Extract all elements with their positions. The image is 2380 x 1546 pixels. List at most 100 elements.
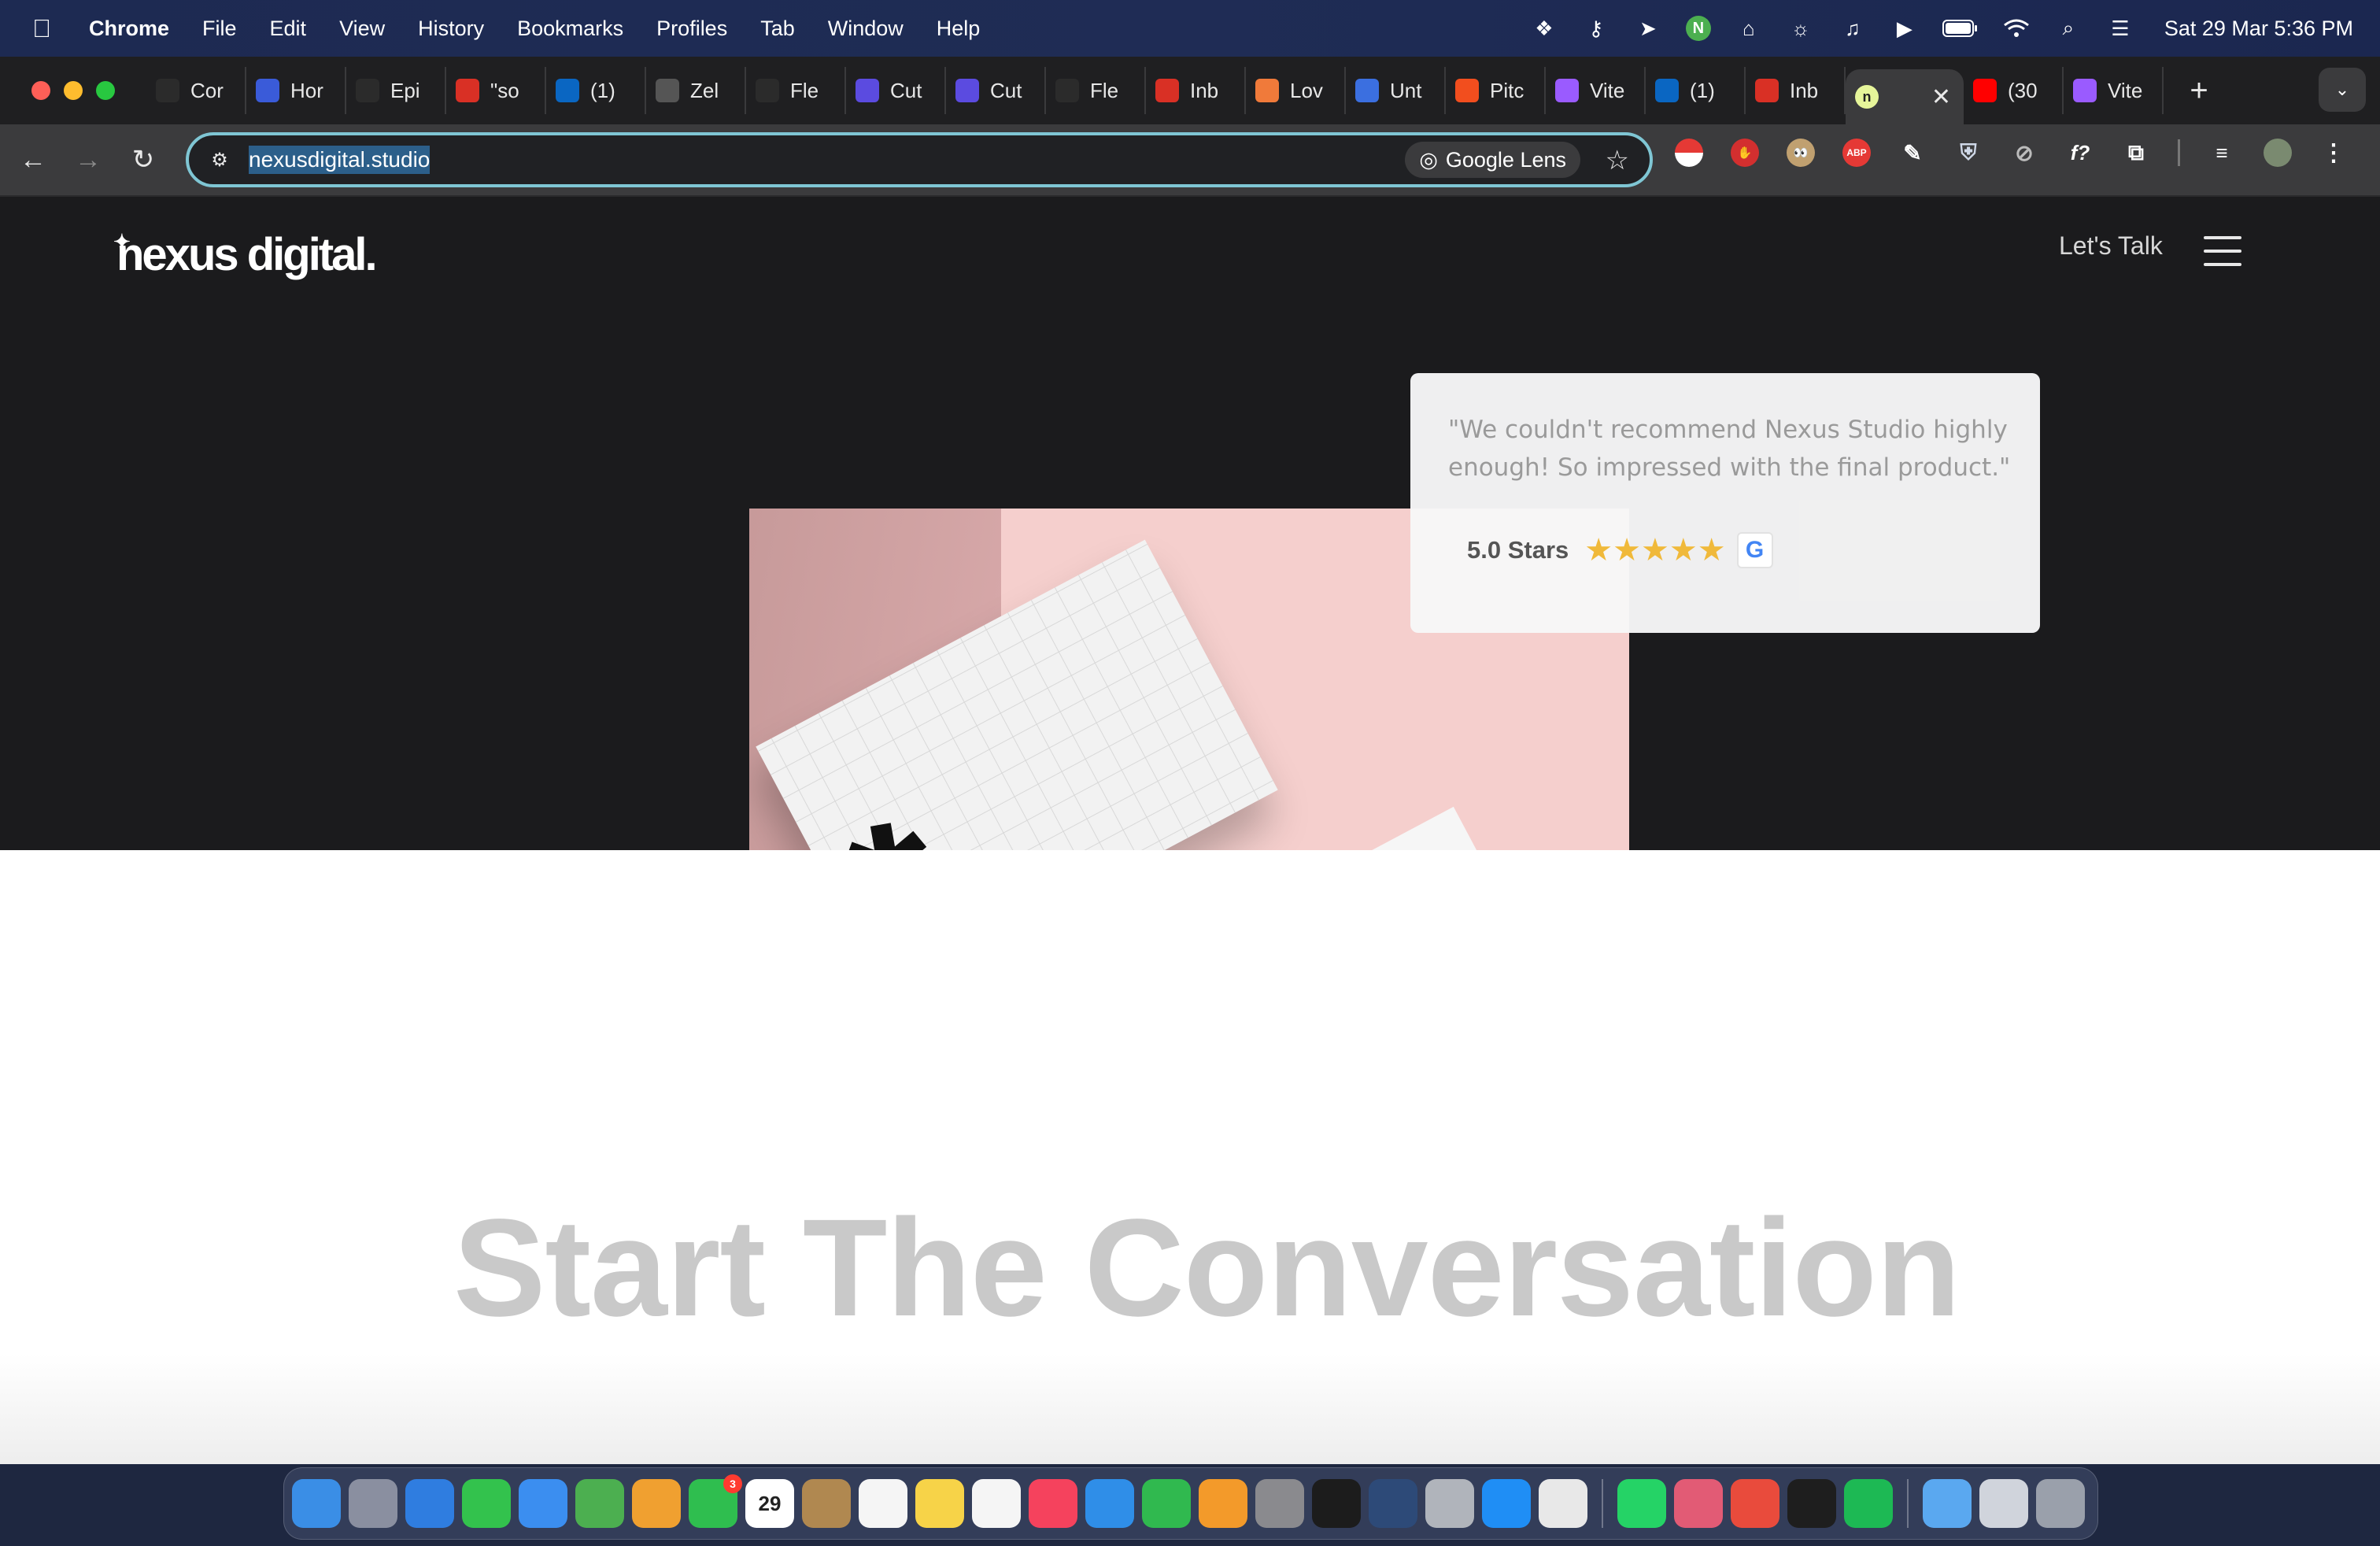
google-lens-button[interactable]: ◎ Google Lens [1405,142,1580,178]
calendar-icon[interactable]: 29 [745,1479,794,1528]
tab-16[interactable]: Inb [1746,67,1846,114]
facetime-icon[interactable]: 3 [689,1474,742,1528]
pages-icon[interactable] [1199,1479,1247,1528]
shield-icon[interactable]: ⛨ [1954,139,1983,167]
spotify-icon[interactable] [1844,1479,1893,1528]
contacts-icon[interactable] [802,1479,851,1528]
chrome-icon[interactable] [1539,1479,1587,1528]
photos-icon[interactable] [632,1479,681,1528]
tab-10[interactable]: Inb [1146,67,1246,114]
abp-icon[interactable]: ABP [1842,139,1871,167]
tab-2[interactable]: Epi [346,67,446,114]
menu-profiles[interactable]: Profiles [656,17,727,41]
numbers-icon[interactable] [1142,1479,1191,1528]
apple-icon[interactable]:  [30,14,54,43]
brightness-icon[interactable]: ☼ [1787,14,1815,43]
new-tab-button[interactable]: + [2179,73,2219,109]
mail-icon[interactable] [519,1479,567,1528]
reminders-icon[interactable] [859,1479,907,1528]
eyedropper-icon[interactable]: ✎ [1898,139,1927,167]
tab-15[interactable]: (1) [1646,67,1746,114]
figma-icon[interactable] [1787,1479,1836,1528]
freeform-icon[interactable] [972,1479,1021,1528]
minimize-window-button[interactable] [64,81,83,100]
site-logo[interactable]: ✦ nexus digital. [113,228,378,281]
n-avatar-icon[interactable]: N [1685,16,1711,41]
launchpad-icon[interactable] [349,1479,397,1528]
menu-edit[interactable]: Edit [270,17,307,41]
finder-icon[interactable] [292,1479,341,1528]
tab-4[interactable]: (1) [546,67,646,114]
pokeball-icon[interactable] [1675,139,1703,167]
menu-window[interactable]: Window [828,17,904,41]
control-center-icon[interactable]: ☰ [2106,14,2134,43]
tab-6[interactable]: Fle [746,67,846,114]
puzzle-icon[interactable]: ⧉ [2122,139,2150,167]
tab-13[interactable]: Pitc [1446,67,1546,114]
search-icon[interactable]: ⌕ [2054,14,2082,43]
terminal-icon[interactable] [1312,1479,1361,1528]
reload-button[interactable]: ↻ [123,139,164,180]
media-controls-icon[interactable]: ≡ [2208,139,2236,167]
tab-search-button[interactable]: ⌄ [2319,68,2366,112]
lets-talk-link[interactable]: Let's Talk [2059,231,2163,261]
url-text[interactable]: nexusdigital.studio [249,146,431,174]
back-button[interactable]: ← [13,139,54,180]
notes-icon[interactable] [915,1479,964,1528]
tab-7[interactable]: Cut [846,67,946,114]
keynote-icon[interactable] [1085,1479,1134,1528]
linear-icon[interactable] [1674,1479,1723,1528]
tab-12[interactable]: Unt [1346,67,1446,114]
tab-3[interactable]: "so [446,67,546,114]
hotspot-icon[interactable]: ⌂ [1735,14,1763,43]
hamburger-menu-icon[interactable] [2204,236,2241,266]
clock[interactable]: Sat 29 Mar 5:36 PM [2164,17,2353,41]
figma-icon[interactable]: ❖ [1530,14,1558,43]
maps-icon[interactable] [575,1479,624,1528]
eyes-icon[interactable]: 👀 [1787,139,1815,167]
tab-9[interactable]: Fle [1046,67,1146,114]
whatsapp-icon[interactable] [1617,1479,1666,1528]
safari-icon[interactable] [405,1479,454,1528]
address-bar[interactable]: ⚙ nexusdigital.studio ◎ Google Lens ☆ [186,132,1653,187]
bookmark-star-icon[interactable]: ☆ [1606,145,1629,176]
tab-11[interactable]: Lov [1246,67,1346,114]
screens-icon[interactable] [1731,1479,1779,1528]
menu-history[interactable]: History [418,17,484,41]
tab-5[interactable]: Zel [646,67,746,114]
mysql-icon[interactable] [1369,1479,1417,1528]
zoom-window-button[interactable] [96,81,115,100]
wifi-icon[interactable] [2002,14,2031,43]
messages-icon[interactable] [462,1479,511,1528]
music-icon[interactable] [1029,1479,1077,1528]
appstore-icon[interactable] [1482,1479,1531,1528]
battery-icon[interactable] [1942,14,1979,43]
tab-after-1[interactable]: Vite [2064,67,2164,114]
forward-button[interactable]: → [68,139,109,180]
tab-active[interactable]: n ✕ [1846,69,1964,124]
screen-icon[interactable] [1979,1479,2028,1528]
key-icon[interactable]: ⚷ [1582,14,1610,43]
menu-file[interactable]: File [202,17,237,41]
cursor-icon[interactable]: ➤ [1634,14,1662,43]
close-tab-icon[interactable]: ✕ [1931,83,1951,111]
site-settings-icon[interactable]: ⚙ [206,146,233,173]
tab-14[interactable]: Vite [1546,67,1646,114]
tab-1[interactable]: Hor [246,67,346,114]
hand-icon[interactable]: ✋ [1731,139,1759,167]
folder-icon[interactable] [1923,1479,1972,1528]
close-window-button[interactable] [31,81,50,100]
menu-tab[interactable]: Tab [760,17,795,41]
tab-after-0[interactable]: (30 [1964,67,2064,114]
play-icon[interactable]: ▶ [1890,14,1919,43]
menu-bookmarks[interactable]: Bookmarks [517,17,623,41]
profile-avatar[interactable] [2264,139,2292,167]
fx-icon[interactable]: f? [2066,139,2094,167]
trash-icon[interactable] [2036,1479,2085,1528]
notebook-icon[interactable] [1425,1479,1474,1528]
settings-icon[interactable] [1255,1479,1304,1528]
tab-0[interactable]: Cor [146,67,246,114]
app-name-menu[interactable]: Chrome [89,17,169,41]
tab-8[interactable]: Cut [946,67,1046,114]
compass-icon[interactable]: ⊘ [2010,139,2038,167]
